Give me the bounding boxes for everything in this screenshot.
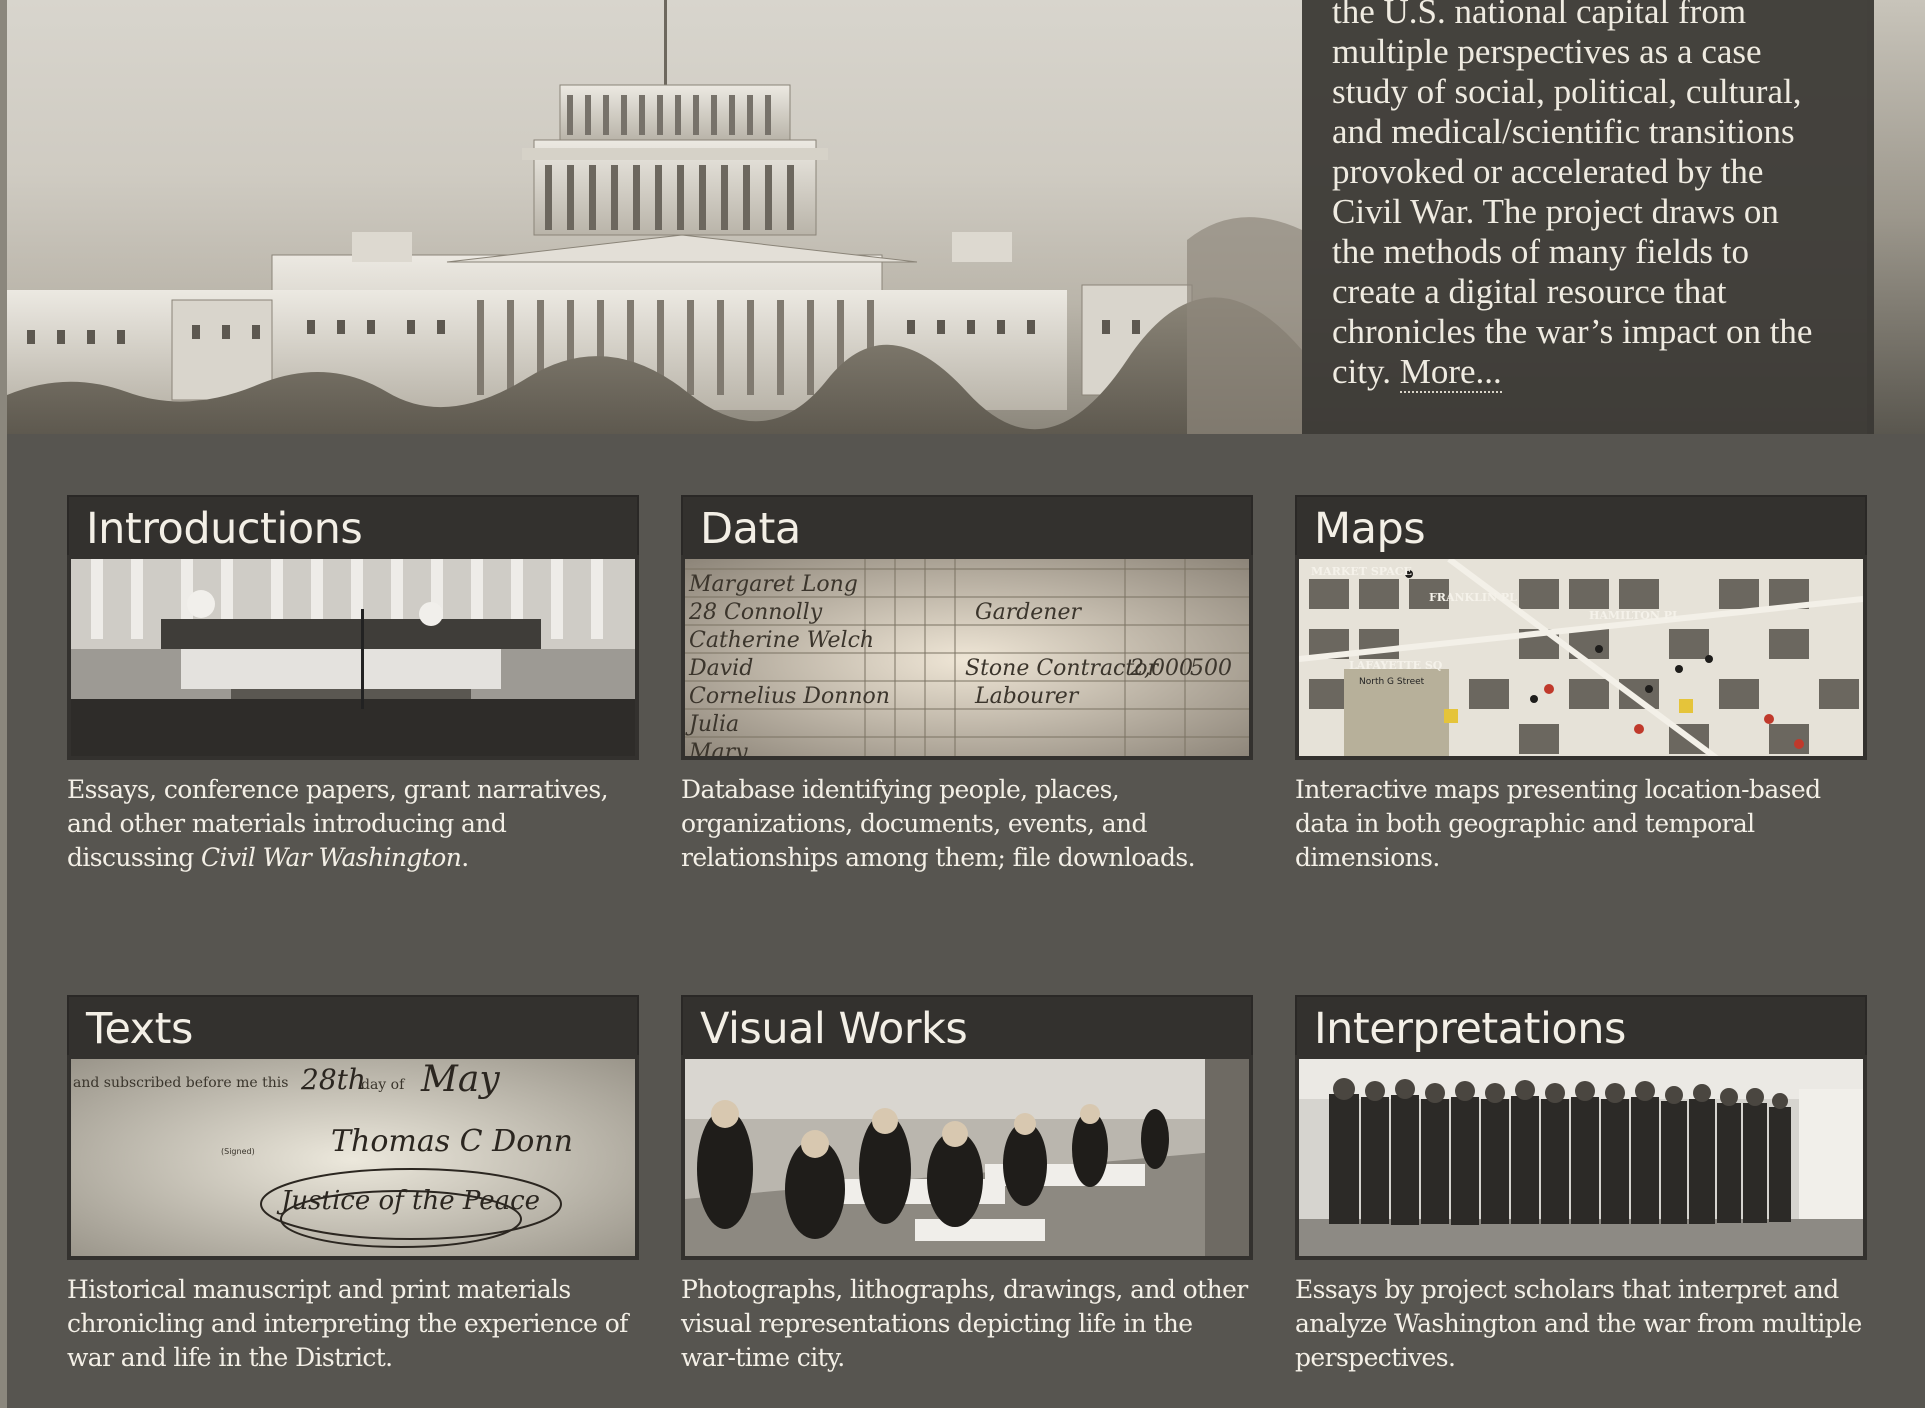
- city-map-image: MARKET SPACE FRANKLIN PL HAMILTON PL LAF…: [1299, 559, 1863, 756]
- hero-trees-photo: [1867, 0, 1925, 434]
- svg-text:HAMILTON PL: HAMILTON PL: [1589, 609, 1680, 622]
- card-title[interactable]: Maps: [1295, 495, 1867, 555]
- capitol-inauguration-photo: [71, 559, 635, 756]
- card-interpretations: Interpretations Essays by project schola…: [1295, 995, 1867, 1375]
- card-texts: Texts and subscribed before me this 28th…: [67, 995, 639, 1375]
- handwritten-document-image: and subscribed before me this 28th day o…: [71, 1059, 635, 1256]
- maps-image[interactable]: MARKET SPACE FRANKLIN PL HAMILTON PL LAF…: [1295, 555, 1867, 760]
- data-image[interactable]: Margaret Long 28 Connolly Catherine Welc…: [681, 555, 1253, 760]
- soldiers-row-photo: [1299, 1059, 1863, 1256]
- card-description: Essays by project scholars that interpre…: [1295, 1275, 1862, 1372]
- card-title[interactable]: Introductions: [67, 495, 639, 555]
- hero-banner: the U.S. national capital from multiple p…: [7, 0, 1925, 434]
- svg-text:May: May: [420, 1059, 500, 1100]
- svg-text:Catherine Welch: Catherine Welch: [689, 628, 874, 653]
- left-edge: [0, 0, 7, 1408]
- card-introductions: Introductions Essays, conference papers,…: [67, 495, 639, 875]
- interpretations-image[interactable]: [1295, 1055, 1867, 1260]
- svg-text:Mary: Mary: [688, 740, 748, 760]
- about-panel: the U.S. national capital from multiple p…: [1302, 0, 1874, 434]
- capitol-photo: [7, 0, 1302, 434]
- card-description: Historical manuscript and print material…: [67, 1275, 628, 1372]
- svg-text:28 Connolly: 28 Connolly: [688, 600, 823, 625]
- card-description: Essays, conference papers, grant narrati…: [67, 775, 609, 872]
- card-title[interactable]: Visual Works: [681, 995, 1253, 1055]
- card-title[interactable]: Texts: [67, 995, 639, 1055]
- svg-text:David: David: [688, 656, 753, 681]
- svg-text:MARKET SPACE: MARKET SPACE: [1311, 565, 1412, 578]
- card-title[interactable]: Data: [681, 495, 1253, 555]
- visual-works-image[interactable]: [681, 1055, 1253, 1260]
- svg-text:500: 500: [1190, 656, 1232, 681]
- svg-text:Gardener: Gardener: [975, 600, 1082, 625]
- svg-text:day of: day of: [361, 1077, 406, 1093]
- card-description: Database identifying people, places, org…: [681, 775, 1196, 872]
- svg-text:North G Street: North G Street: [1359, 677, 1425, 687]
- census-ledger-photo: Margaret Long 28 Connolly Catherine Welc…: [685, 559, 1249, 760]
- card-maps: Maps MARKET SPACE FRANKLIN PL HAMILTON P…: [1295, 495, 1867, 875]
- svg-text:Labourer: Labourer: [974, 684, 1080, 709]
- hospital-ward-photo: [685, 1059, 1249, 1256]
- svg-text:2,000: 2,000: [1129, 656, 1193, 681]
- svg-text:FRANKLIN PL: FRANKLIN PL: [1429, 591, 1517, 604]
- texts-image[interactable]: and subscribed before me this 28th day o…: [67, 1055, 639, 1260]
- card-description: Photographs, lithographs, drawings, and …: [681, 1275, 1248, 1372]
- svg-text:(Signed): (Signed): [221, 1147, 255, 1156]
- card-description: Interactive maps presenting location-bas…: [1295, 775, 1821, 872]
- card-visual-works: Visual Works Photographs, lithographs, d…: [681, 995, 1253, 1375]
- svg-text:Margaret Long: Margaret Long: [688, 572, 858, 597]
- svg-text:and subscribed before me this: and subscribed before me this: [73, 1075, 288, 1091]
- card-data: Data Margaret Long 28 Connolly Catherine…: [681, 495, 1253, 875]
- svg-text:28th: 28th: [300, 1063, 366, 1096]
- svg-text:Thomas C Donn: Thomas C Donn: [331, 1124, 573, 1159]
- more-link[interactable]: More...: [1399, 352, 1502, 393]
- svg-text:Cornelius Donnon: Cornelius Donnon: [689, 684, 890, 709]
- svg-text:LAFAYETTE SQ: LAFAYETTE SQ: [1349, 659, 1443, 672]
- about-text: the U.S. national capital from multiple p…: [1332, 0, 1813, 393]
- svg-text:Julia: Julia: [685, 712, 739, 737]
- card-title[interactable]: Interpretations: [1295, 995, 1867, 1055]
- introductions-image[interactable]: [67, 555, 639, 760]
